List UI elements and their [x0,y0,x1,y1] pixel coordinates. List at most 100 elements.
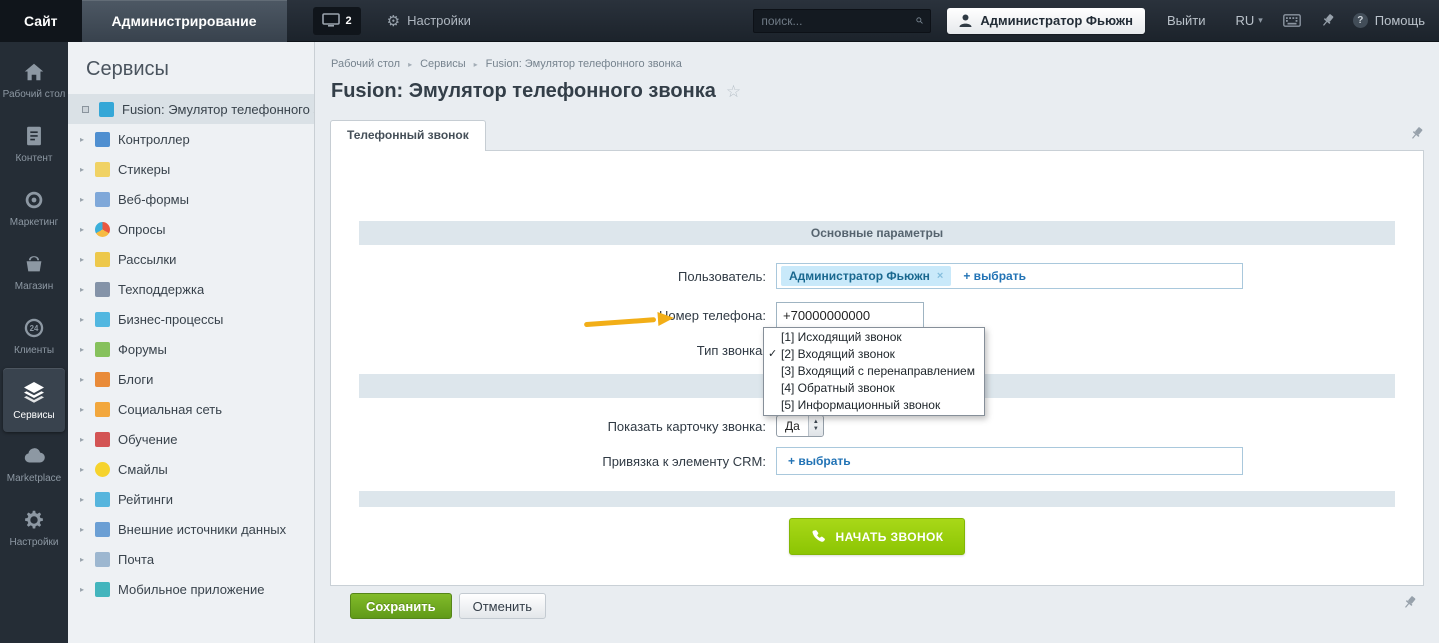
annotation-arrow-icon [583,310,675,330]
chevron-right-icon: ▸ [80,194,85,204]
rail-item-content[interactable]: Контент [0,112,68,176]
topbar-settings-button[interactable]: ⚙ Настройки [387,12,471,30]
chevron-right-icon: ▸ [80,164,85,174]
user-chip[interactable]: Администратор Фьюжн × [781,266,952,286]
settings-label: Настройки [407,13,471,28]
sidebar-item-fusion-emulator[interactable]: Fusion: Эмулятор телефонного звонка [68,94,314,124]
tab-phone-call[interactable]: Телефонный звонок [330,120,486,151]
save-button[interactable]: Сохранить [350,593,452,619]
select-arrows-icon: ▲ ▼ [807,416,823,436]
bizproc-icon [95,311,110,327]
pin-icon[interactable] [1321,13,1335,28]
sidebar-item-blogs[interactable]: ▸ Блоги [68,364,314,394]
sidebar-item-learning[interactable]: ▸ Обучение [68,424,314,454]
support-icon [95,281,110,297]
breadcrumb-separator-icon: ▸ [473,59,478,69]
dropdown-option-outgoing[interactable]: [1] Исходящий звонок [764,329,984,346]
notifications-button[interactable]: 2 [312,6,361,35]
rail-item-settings[interactable]: Настройки [0,496,68,560]
user-field-label: Пользователь: [678,268,766,284]
learning-icon [95,431,110,447]
sidebar-item-ratings[interactable]: ▸ Рейтинги [68,484,314,514]
rail-item-marketplace[interactable]: Marketplace [0,432,68,496]
form-panel: Основные параметры Пользователь: Админис… [330,150,1424,586]
sidebar-item-webforms[interactable]: ▸ Веб-формы [68,184,314,214]
user-input[interactable]: Администратор Фьюжн × + выбрать [776,263,1243,289]
webforms-icon [95,191,110,207]
sidebar-item-support[interactable]: ▸ Техподдержка [68,274,314,304]
chevron-right-icon: ▸ [80,344,85,354]
sidebar-item-stickers[interactable]: ▸ Стикеры [68,154,314,184]
chevron-right-icon: ▸ [80,314,85,324]
user-name: Администратор Фьюжн [980,13,1133,28]
target-icon [25,191,43,209]
notifications-count: 2 [345,14,352,27]
chevron-right-icon: ▸ [80,224,85,234]
sidebar-item-social[interactable]: ▸ Социальная сеть [68,394,314,424]
language-selector[interactable]: RU ▾ [1235,13,1262,28]
crm-input[interactable]: + выбрать [776,447,1243,475]
search-input[interactable] [761,13,917,28]
search-icon[interactable] [916,14,924,27]
sidebar-item-bizproc[interactable]: ▸ Бизнес-процессы [68,304,314,334]
chevron-right-icon: ▸ [80,524,85,534]
dropdown-option-callback[interactable]: [4] Обратный звонок [764,380,984,397]
mail-icon [95,551,110,567]
breadcrumb-item-services[interactable]: Сервисы [420,58,466,70]
choose-user-link[interactable]: + выбрать [963,269,1026,283]
site-tab[interactable]: Сайт [0,0,82,42]
breadcrumb-item-current[interactable]: Fusion: Эмулятор телефонного звонка [486,58,682,70]
sidebar-item-external-data[interactable]: ▸ Внешние источники данных [68,514,314,544]
show-card-row: Показать карточку звонка: Да ▲ ▼ [359,415,1395,437]
remove-chip-icon[interactable]: × [937,270,943,282]
logout-link[interactable]: Выйти [1167,13,1206,28]
show-card-select[interactable]: Да ▲ ▼ [776,415,824,437]
gear-icon [25,510,43,529]
external-data-icon [95,521,110,537]
pin-icon[interactable] [1403,595,1417,615]
rail-item-services[interactable]: Сервисы [3,368,65,432]
dropdown-option-incoming-redirect[interactable]: [3] Входящий с перенаправлением [764,363,984,380]
sidebar-item-mail[interactable]: ▸ Почта [68,544,314,574]
fusion-emulator-icon [99,101,114,117]
cloud-icon [24,448,45,463]
keyboard-icon[interactable] [1282,14,1301,27]
show-card-value: Да [785,419,800,433]
choose-crm-link[interactable]: + выбрать [788,454,851,468]
user-row: Пользователь: Администратор Фьюжн × + вы… [359,263,1395,289]
sidebar-item-mobile-app[interactable]: ▸ Мобильное приложение [68,574,314,604]
help-button[interactable]: ? Помощь [1352,13,1425,28]
section-divider [359,491,1395,507]
sidebar-item-mailings[interactable]: ▸ Рассылки [68,244,314,274]
cancel-button[interactable]: Отменить [458,593,547,619]
dropdown-option-info[interactable]: [5] Информационный звонок [764,397,984,414]
clients-24-icon: 24 [24,318,44,338]
sidebar-item-polls[interactable]: ▸ Опросы [68,214,314,244]
forums-icon [95,341,110,357]
chevron-right-icon: ▸ [80,404,85,414]
form-actions: Сохранить Отменить [350,593,1439,619]
caret-down-icon: ▾ [1258,15,1263,25]
rail-item-desktop[interactable]: Рабочий стол [0,48,68,112]
rail-item-shop[interactable]: Магазин [0,240,68,304]
search-box [753,8,932,33]
start-call-button[interactable]: НАЧАТЬ ЗВОНОК [788,518,966,555]
sidebar-item-smiles[interactable]: ▸ Смайлы [68,454,314,484]
rail-item-clients[interactable]: 24 Клиенты [0,304,68,368]
smiles-icon [95,461,110,477]
user-button[interactable]: Администратор Фьюжн [947,7,1145,34]
sidebar-item-controller[interactable]: ▸ Контроллер [68,124,314,154]
user-chip-label: Администратор Фьюжн [789,269,930,283]
rail-item-marketing[interactable]: Маркетинг [0,176,68,240]
chevron-right-icon: ▸ [80,554,85,564]
main-area: Рабочий стол ▸ Сервисы ▸ Fusion: Эмулято… [315,42,1439,643]
phone-number-input[interactable] [776,302,924,328]
dropdown-option-incoming[interactable]: ✓ [2] Входящий звонок [764,346,984,363]
admin-tab[interactable]: Администрирование [81,0,287,42]
sidebar-item-forums[interactable]: ▸ Форумы [68,334,314,364]
favorite-star-icon[interactable]: ☆ [726,82,741,102]
breadcrumb-item-desktop[interactable]: Рабочий стол [331,58,400,70]
blogs-icon [95,371,110,387]
application-window: Сайт Администрирование 2 ⚙ Настройки пои… [0,0,1439,643]
pin-icon[interactable] [1410,126,1424,146]
